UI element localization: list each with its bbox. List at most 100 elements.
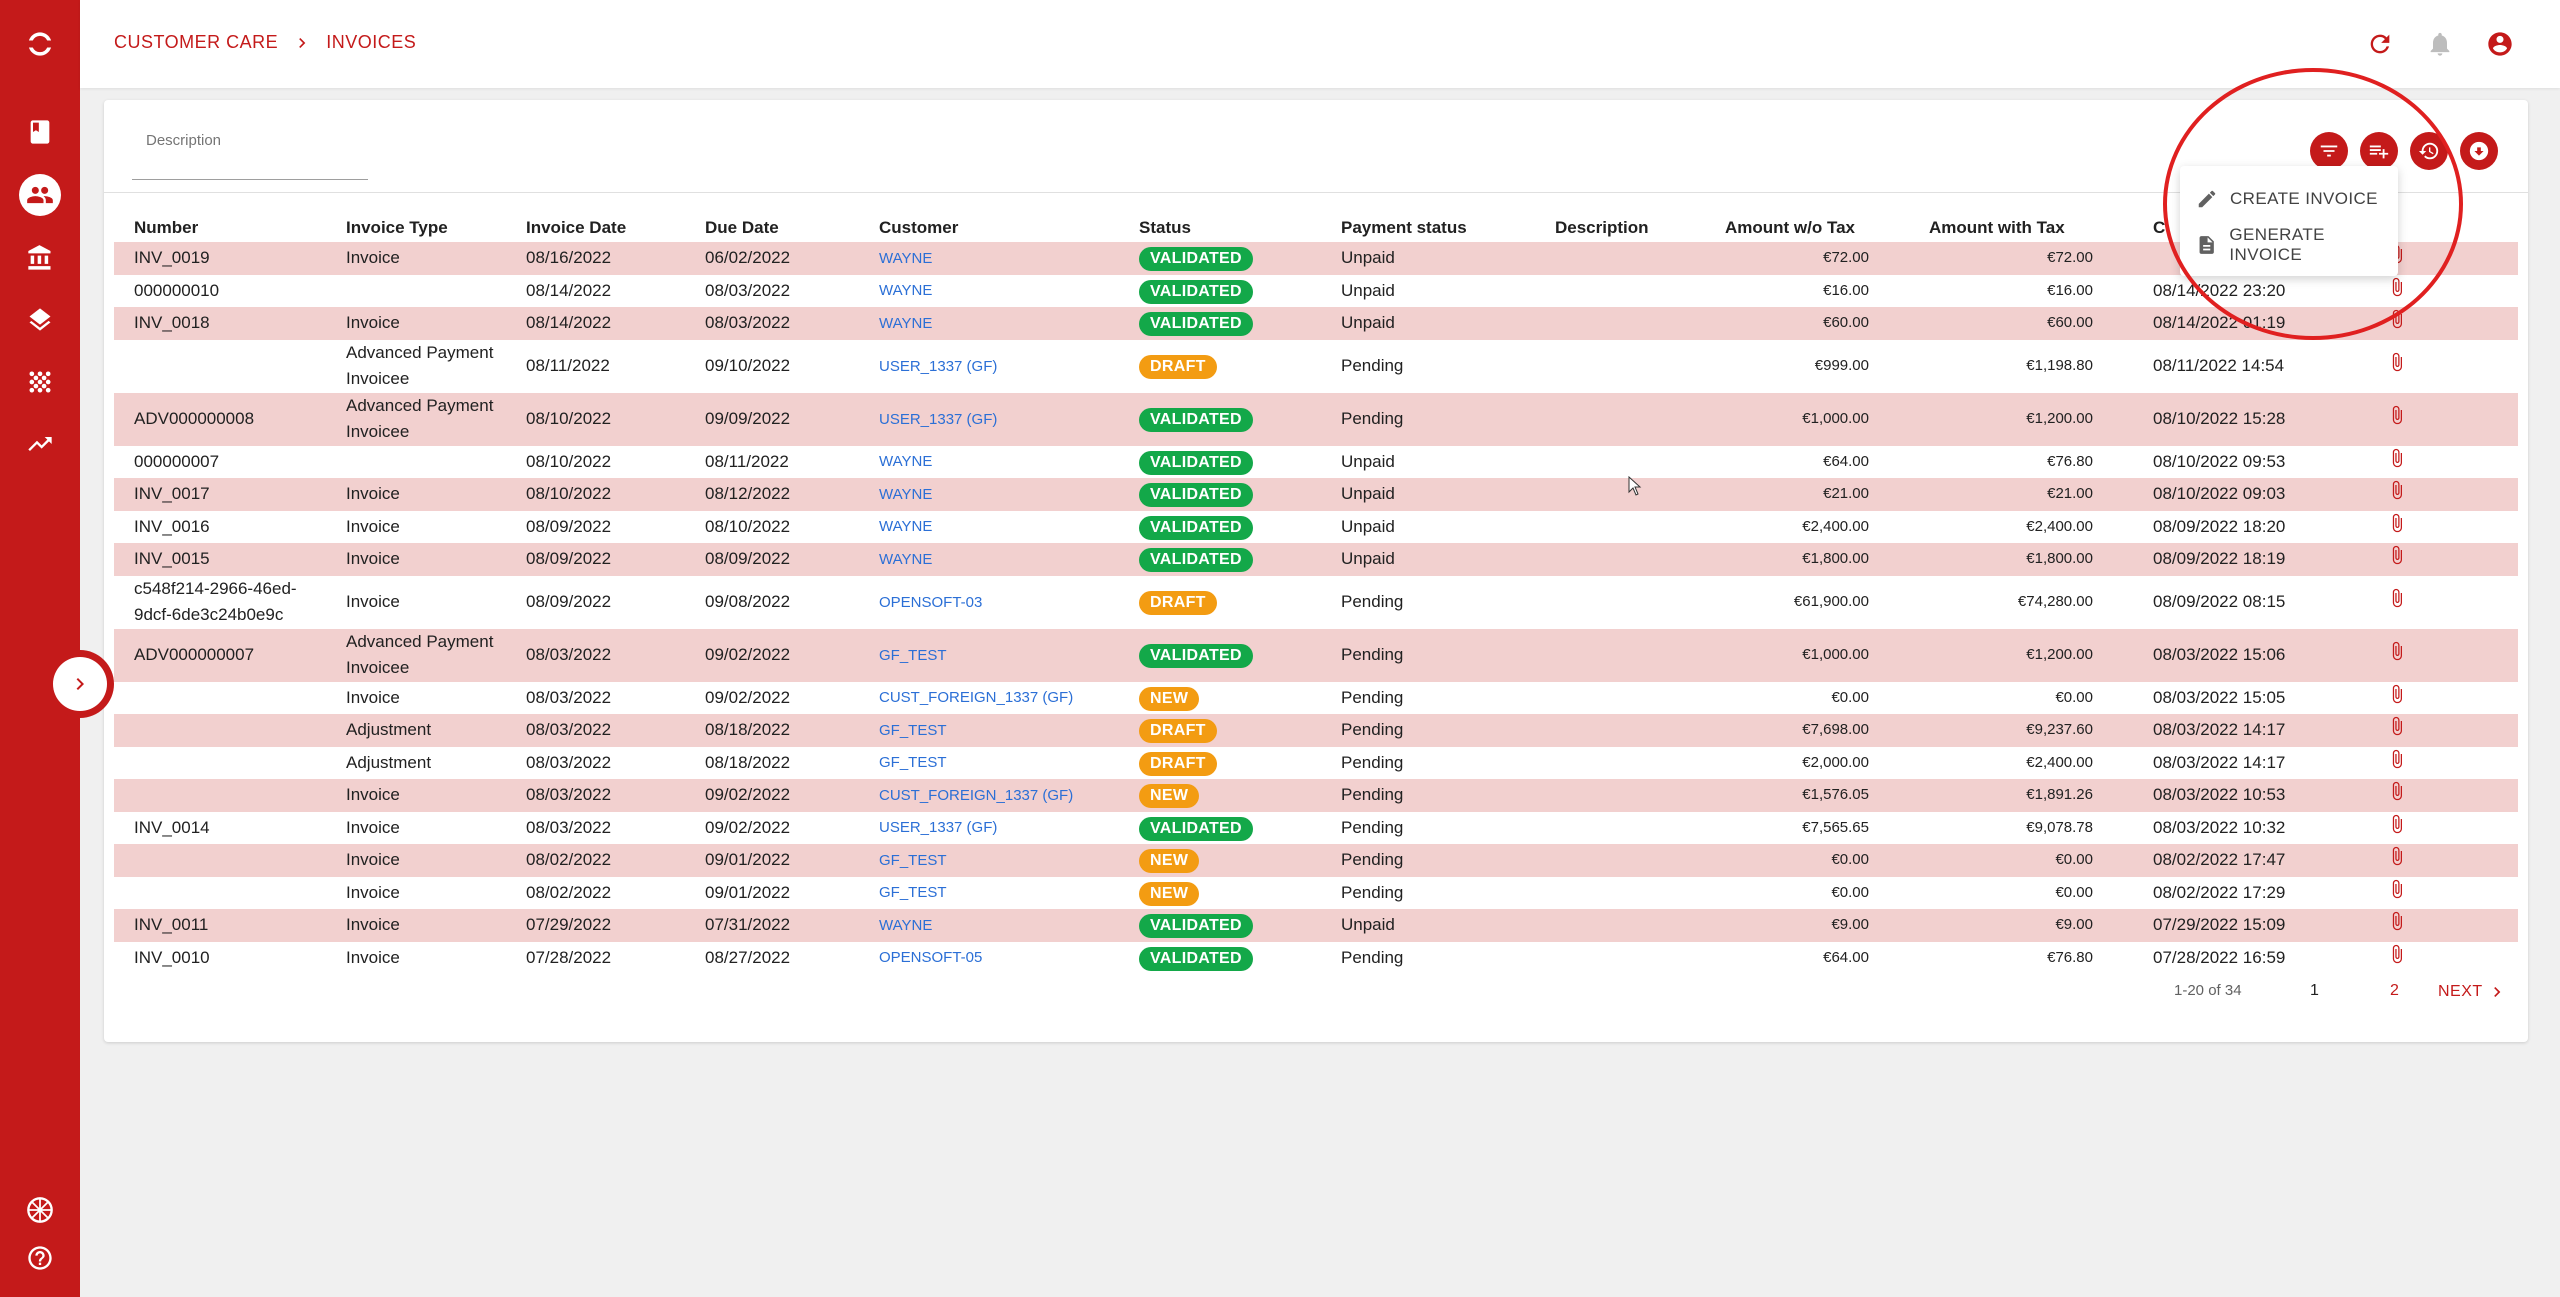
customer-link[interactable]: WAYNE (879, 453, 932, 470)
table-row[interactable]: Invoice 08/02/2022 09/01/2022 GF_TEST NEW Pen… (114, 877, 2518, 910)
customer-link[interactable]: WAYNE (879, 250, 932, 267)
table-row[interactable]: INV_0018 Invoice 08/14/2022 08/03/2022 WAYNE… (114, 307, 2518, 340)
customer-link[interactable]: GF_TEST (879, 852, 947, 869)
scatter-icon[interactable] (20, 362, 60, 402)
customer-link[interactable]: WAYNE (879, 518, 932, 535)
customer-link[interactable]: OPENSOFT-03 (879, 594, 982, 611)
add-invoice-button[interactable] (2360, 132, 2398, 170)
customer-link[interactable]: CUST_FOREIGN_1337 (GF) (879, 787, 1073, 804)
book-icon[interactable] (20, 112, 60, 152)
expand-sidebar-button[interactable] (46, 650, 114, 718)
customer-link[interactable]: GF_TEST (879, 884, 947, 901)
layers-icon[interactable] (20, 300, 60, 340)
col-payment-status[interactable]: Payment status (1321, 210, 1535, 242)
col-due-date[interactable]: Due Date (685, 210, 859, 242)
customer-link[interactable]: CUST_FOREIGN_1337 (GF) (879, 689, 1073, 706)
customer-link[interactable]: USER_1337 (GF) (879, 411, 997, 428)
table-row[interactable]: Invoice 08/03/2022 09/02/2022 CUST_FOREIGN_… (114, 779, 2518, 812)
attachment-icon[interactable] (2387, 714, 2407, 738)
bell-icon[interactable] (2424, 28, 2456, 60)
customer-link[interactable]: OPENSOFT-05 (879, 949, 982, 966)
description-filter-input[interactable] (146, 154, 356, 172)
attachment-icon[interactable] (2387, 812, 2407, 836)
customer-link[interactable]: GF_TEST (879, 754, 947, 771)
customer-link[interactable]: WAYNE (879, 486, 932, 503)
col-invoice-type[interactable]: Invoice Type (326, 210, 506, 242)
account-icon[interactable] (2484, 28, 2516, 60)
attachment-icon[interactable] (2387, 639, 2407, 663)
col-invoice-date[interactable]: Invoice Date (506, 210, 685, 242)
customers-icon[interactable] (19, 174, 61, 216)
attachment-icon[interactable] (2387, 682, 2407, 706)
table-row[interactable]: INV_0014 Invoice 08/03/2022 09/02/2022 USER_… (114, 812, 2518, 845)
help-icon[interactable] (20, 1238, 60, 1278)
attachment-icon[interactable] (2387, 307, 2407, 331)
breadcrumb-customer-care[interactable]: CUSTOMER CARE (114, 32, 278, 53)
attachment-icon[interactable] (2387, 543, 2407, 567)
table-row[interactable]: ADV000000008 Advanced Payment Invoicee 08/… (114, 392, 2518, 446)
table-row[interactable]: c548f214-2966-46ed-9dcf-6de3c24b0e9c Invo… (114, 576, 2518, 629)
customer-link[interactable]: USER_1337 (GF) (879, 358, 997, 375)
cell-status: DRAFT (1119, 714, 1321, 747)
bank-icon[interactable] (20, 238, 60, 278)
app-logo-icon[interactable] (20, 24, 60, 64)
table-row[interactable]: 000000010 08/14/2022 08/03/2022 WAYNE VALIDA… (114, 275, 2518, 308)
page-1-button[interactable]: 1 (2310, 982, 2319, 1000)
attachment-icon[interactable] (2387, 779, 2407, 803)
history-button[interactable] (2410, 132, 2448, 170)
attachment-icon[interactable] (2387, 446, 2407, 470)
cell-amount-with-tax: €76.80 (2047, 452, 2093, 470)
customer-link[interactable]: GF_TEST (879, 722, 947, 739)
col-amount-wo-tax[interactable]: Amount w/o Tax (1705, 210, 1909, 242)
attachment-icon[interactable] (2387, 511, 2407, 535)
table-row[interactable]: Invoice 08/03/2022 09/02/2022 CUST_FOREIGN_… (114, 682, 2518, 715)
customer-link[interactable]: WAYNE (879, 917, 932, 934)
cell-created: 08/02/2022 17:29 (2153, 882, 2286, 902)
attachment-icon[interactable] (2387, 942, 2407, 966)
customer-link[interactable]: WAYNE (879, 315, 932, 332)
attachment-icon[interactable] (2387, 844, 2407, 868)
attachment-icon[interactable] (2387, 478, 2407, 502)
table-row[interactable]: Adjustment 08/03/2022 08/18/2022 GF_TEST DRA… (114, 714, 2518, 747)
col-amount-with-tax[interactable]: Amount with Tax (1909, 210, 2133, 242)
language-flag-icon[interactable] (20, 1190, 60, 1230)
attachment-icon[interactable] (2387, 350, 2407, 374)
table-row[interactable]: INV_0010 Invoice 07/28/2022 08/27/2022 OPENS… (114, 942, 2518, 975)
customer-link[interactable]: GF_TEST (879, 647, 947, 664)
table-row[interactable]: INV_0015 Invoice 08/09/2022 08/09/2022 WAYNE… (114, 543, 2518, 576)
cell-status: NEW (1119, 779, 1321, 812)
description-filter[interactable]: Description (132, 128, 368, 180)
col-customer[interactable]: Customer (859, 210, 1119, 242)
page-2-button[interactable]: 2 (2390, 982, 2399, 1000)
attachment-icon[interactable] (2387, 403, 2407, 427)
table-row[interactable]: ADV000000007 Advanced Payment Invoicee 08/… (114, 628, 2518, 682)
filter-button[interactable] (2310, 132, 2348, 170)
attachment-icon[interactable] (2387, 877, 2407, 901)
customer-link[interactable]: WAYNE (879, 282, 932, 299)
table-row[interactable]: Invoice 08/02/2022 09/01/2022 GF_TEST NEW Pen… (114, 844, 2518, 877)
generate-invoice-menu-item[interactable]: GENERATE INVOICE (2180, 222, 2398, 268)
download-button[interactable] (2460, 132, 2498, 170)
table-row[interactable]: INV_0019 Invoice 08/16/2022 06/02/2022 WAYNE… (114, 242, 2518, 275)
table-row[interactable]: INV_0016 Invoice 08/09/2022 08/10/2022 WAYNE… (114, 511, 2518, 544)
refresh-icon[interactable] (2364, 28, 2396, 60)
next-page-button[interactable]: NEXT (2438, 982, 2507, 1002)
col-description[interactable]: Description (1535, 210, 1705, 242)
table-row[interactable]: 000000007 08/10/2022 08/11/2022 WAYNE VALIDA… (114, 446, 2518, 479)
customer-link[interactable]: WAYNE (879, 551, 932, 568)
table-row[interactable]: INV_0017 Invoice 08/10/2022 08/12/2022 WAYNE… (114, 478, 2518, 511)
attachment-icon[interactable] (2387, 586, 2407, 610)
attachment-icon[interactable] (2387, 747, 2407, 771)
attachment-icon[interactable] (2387, 909, 2407, 933)
cell-number (114, 877, 326, 910)
create-invoice-menu-item[interactable]: CREATE INVOICE (2180, 176, 2398, 222)
customer-link[interactable]: USER_1337 (GF) (879, 819, 997, 836)
table-row[interactable]: Adjustment 08/03/2022 08/18/2022 GF_TEST DRA… (114, 747, 2518, 780)
col-number[interactable]: Number (114, 210, 326, 242)
trending-up-icon[interactable] (20, 424, 60, 464)
table-row[interactable]: Advanced Payment Invoicee 08/11/2022 09/10… (114, 340, 2518, 393)
status-badge: VALIDATED (1139, 914, 1253, 939)
col-status[interactable]: Status (1119, 210, 1321, 242)
attachment-icon[interactable] (2387, 275, 2407, 299)
table-row[interactable]: INV_0011 Invoice 07/29/2022 07/31/2022 WAYNE… (114, 909, 2518, 942)
